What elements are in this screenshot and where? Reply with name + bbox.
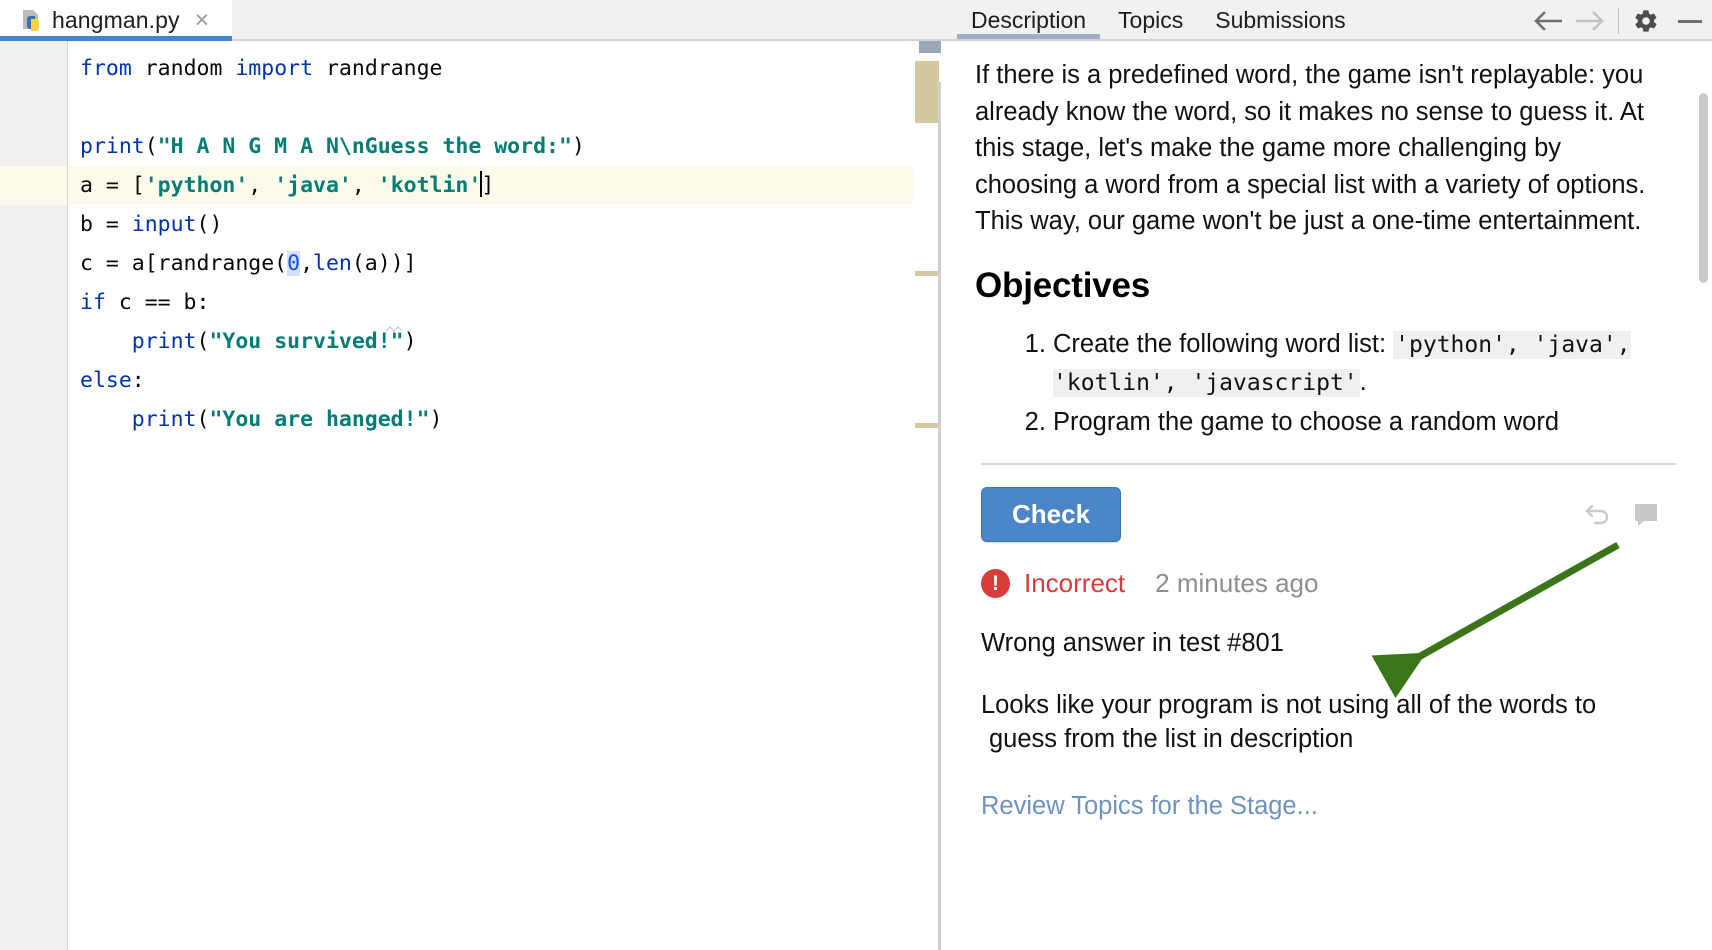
feedback-line-2: guess from the list in description — [989, 724, 1354, 753]
scrollbar-top-marker — [919, 41, 941, 53]
code-line-6: c = a[randrange(0,len(a))] — [80, 251, 417, 276]
status-badge: Incorrect — [1024, 567, 1126, 598]
code-line-1: from random import randrange — [80, 56, 443, 81]
minimize-icon[interactable] — [1668, 0, 1712, 41]
gear-glyph — [1635, 9, 1657, 32]
task-description-text: If there is a predefined word, the game … — [975, 61, 1646, 235]
tab-submissions-label: Submissions — [1215, 7, 1346, 33]
editor-scrollbar-thumb[interactable] — [915, 61, 939, 123]
objectives-heading: Objectives — [975, 265, 1151, 305]
code-line-5: b = input() — [80, 212, 223, 237]
objective-item-2: Program the game to choose a random word — [1053, 404, 1670, 441]
submission-status: ! Incorrect 2 minutes ago — [981, 568, 1670, 599]
python-file-icon — [22, 10, 43, 31]
code-editor-pane: hangman.py × from random import randrang… — [0, 0, 941, 950]
warning-squiggle-icon — [386, 326, 403, 332]
review-topics-link[interactable]: Review Topics for the Stage... — [981, 792, 1318, 821]
code-line-4: a = ['python', 'java', 'kotlin'] — [80, 171, 495, 198]
comment-glyph — [1635, 504, 1657, 526]
comment-icon[interactable] — [1622, 490, 1670, 538]
check-button[interactable]: Check — [981, 486, 1122, 542]
task-tab-bar: Description Topics Submissions — [941, 0, 1712, 41]
status-timestamp: 2 minutes ago — [1155, 567, 1319, 598]
tab-description[interactable]: Description — [955, 0, 1102, 41]
tab-topics-label: Topics — [1118, 7, 1184, 33]
code-line-7: if c == b: — [80, 290, 210, 315]
task-description-pane: Description Topics Submissions If there … — [941, 0, 1712, 950]
editor-tab-bar: hangman.py × — [0, 0, 941, 41]
editor-tab-label: hangman.py — [52, 7, 180, 33]
gear-icon[interactable] — [1624, 0, 1668, 41]
editor-marker-gutter[interactable] — [913, 41, 941, 950]
objective-2-text: Program the game to choose a random word — [1053, 407, 1560, 436]
feedback-title: Wrong answer in test #801 — [981, 628, 1284, 657]
objectives-list: Create the following word list: 'python'… — [975, 326, 1670, 441]
task-content: If there is a predefined word, the game … — [941, 41, 1712, 950]
section-divider — [981, 462, 1676, 465]
error-icon: ! — [981, 568, 1010, 598]
feedback-body: Looks like your program is not using all… — [981, 688, 1670, 756]
line-number-gutter[interactable] — [0, 41, 68, 950]
editor-body: from random import randrange print("H A … — [0, 41, 941, 950]
source-code[interactable]: from random import randrange print("H A … — [68, 41, 941, 439]
objective-1-suffix: . — [1359, 367, 1367, 396]
editor-tab-hangman[interactable]: hangman.py × — [0, 0, 232, 41]
code-canvas[interactable]: from random import randrange print("H A … — [68, 41, 941, 950]
back-arrow-icon[interactable] — [1525, 0, 1569, 41]
code-line-8: print("You survived!") — [131, 329, 417, 354]
code-line-9: else: — [80, 368, 145, 393]
forward-arrow-glyph — [1576, 10, 1604, 31]
code-line-3: print("H A N G M A N\nGuess the word:") — [80, 134, 585, 159]
undo-icon[interactable] — [1574, 490, 1622, 538]
editor-marker-tick[interactable] — [915, 423, 939, 428]
tab-submissions[interactable]: Submissions — [1199, 0, 1361, 41]
close-icon[interactable]: × — [195, 8, 210, 33]
objective-item-1: Create the following word list: 'python'… — [1053, 326, 1670, 402]
tab-topics[interactable]: Topics — [1102, 0, 1199, 41]
ide-window: hangman.py × from random import randrang… — [0, 0, 1712, 950]
code-line-10: print("You are hanged!") — [131, 407, 443, 432]
tab-description-label: Description — [971, 7, 1087, 33]
forward-arrow-icon[interactable] — [1569, 0, 1613, 41]
undo-glyph — [1585, 504, 1609, 525]
toolbar-divider — [1618, 7, 1619, 34]
back-arrow-glyph — [1534, 10, 1562, 31]
feedback-line-1: Looks like your program is not using all… — [981, 690, 1597, 719]
minimize-glyph — [1678, 19, 1702, 23]
active-line-gutter-highlight — [0, 166, 67, 205]
action-row: Check — [981, 486, 1670, 542]
objective-1-text: Create the following word list: — [1053, 329, 1394, 358]
task-scrollbar-thumb[interactable] — [1699, 93, 1708, 283]
editor-marker-tick[interactable] — [915, 271, 939, 276]
